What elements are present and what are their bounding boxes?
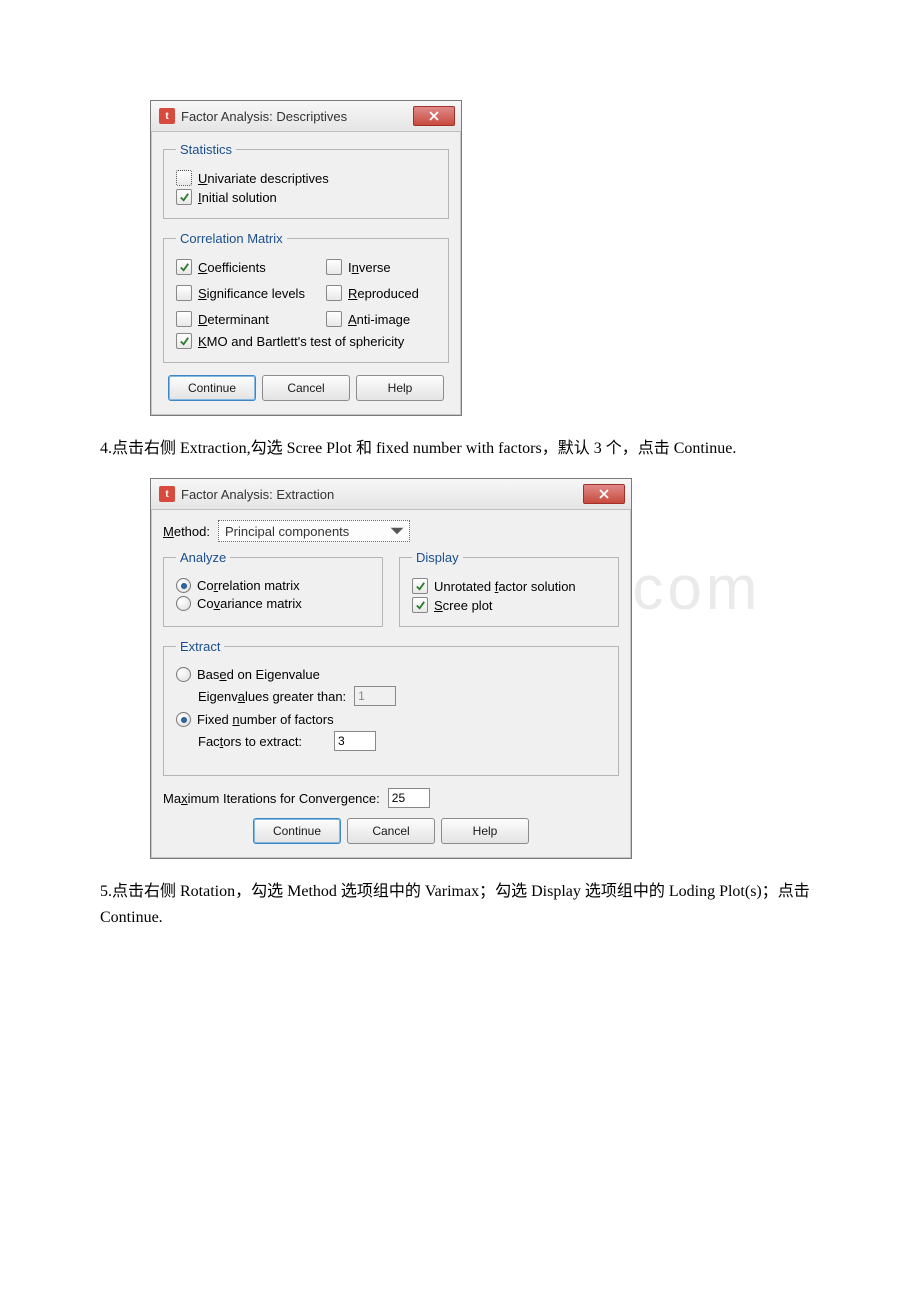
titlebar: t Factor Analysis: Extraction [151, 479, 631, 510]
coefficients-checkbox[interactable] [176, 259, 192, 275]
step-5-text: 5.点击右侧 Rotation，勾选 Method 选项组中的 Varimax；… [100, 879, 820, 931]
check-icon [179, 336, 190, 347]
initial-solution-checkbox[interactable] [176, 189, 192, 205]
unrotated-checkbox[interactable] [412, 578, 428, 594]
anti-image-checkbox[interactable] [326, 311, 342, 327]
extract-legend: Extract [176, 639, 224, 654]
spss-app-icon: t [159, 108, 175, 124]
method-selected: Principal components [225, 524, 349, 539]
method-label: Method: [163, 524, 210, 539]
scree-plot-checkbox[interactable] [412, 597, 428, 613]
check-icon [415, 600, 426, 611]
eigenvalue-label: Based on Eigenvalue [197, 667, 320, 682]
help-button[interactable]: Help [356, 375, 444, 401]
dropdown-arrow-icon [389, 523, 405, 539]
check-icon [179, 262, 190, 273]
covariance-matrix-radio[interactable] [176, 596, 191, 611]
dialog-title: Factor Analysis: Descriptives [181, 109, 347, 124]
factors-to-extract-input[interactable]: 3 [334, 731, 376, 751]
spss-app-icon: t [159, 486, 175, 502]
reproduced-checkbox[interactable] [326, 285, 342, 301]
analyze-legend: Analyze [176, 550, 230, 565]
close-icon [599, 489, 609, 499]
max-iterations-label: Maximum Iterations for Convergence: [163, 791, 380, 806]
kmo-label: KMO and Bartlett's test of sphericity [198, 334, 404, 349]
univariate-label: Univariate descriptives [198, 171, 329, 186]
eigen-gt-label: Eigenvalues greater than: [198, 689, 346, 704]
display-group: Display Unrotated factor solution Scree [399, 550, 619, 627]
step-4-text: 4.点击右侧 Extraction,勾选 Scree Plot 和 fixed … [100, 436, 820, 462]
statistics-legend: Statistics [176, 142, 236, 157]
cancel-button[interactable]: Cancel [347, 818, 435, 844]
inverse-checkbox[interactable] [326, 259, 342, 275]
extract-group: Extract Based on Eigenvalue Eigenvalues … [163, 639, 619, 776]
significance-label: Significance levels [198, 286, 305, 301]
continue-button[interactable]: Continue [168, 375, 256, 401]
covariance-matrix-label: Covariance matrix [197, 596, 302, 611]
factors-to-extract-label: Factors to extract: [198, 734, 302, 749]
check-icon [415, 581, 426, 592]
check-icon [179, 192, 190, 203]
correlation-matrix-radio[interactable] [176, 578, 191, 593]
determinant-checkbox[interactable] [176, 311, 192, 327]
eigenvalue-radio[interactable] [176, 667, 191, 682]
correlation-matrix-legend: Correlation Matrix [176, 231, 287, 246]
fixed-number-label: Fixed number of factors [197, 712, 334, 727]
analyze-group: Analyze Correlation matrix Covariance ma… [163, 550, 383, 627]
determinant-label: Determinant [198, 312, 269, 327]
reproduced-label: Reproduced [348, 286, 419, 301]
correlation-matrix-label: Correlation matrix [197, 578, 300, 593]
univariate-checkbox[interactable] [176, 170, 192, 186]
extraction-dialog: t Factor Analysis: Extraction Method: Pr… [150, 478, 632, 859]
close-icon [429, 111, 439, 121]
max-iterations-input[interactable]: 25 [388, 788, 430, 808]
help-button[interactable]: Help [441, 818, 529, 844]
unrotated-label: Unrotated factor solution [434, 579, 576, 594]
close-button[interactable] [583, 484, 625, 504]
inverse-label: Inverse [348, 260, 391, 275]
statistics-group: Statistics Univariate descriptives Initi… [163, 142, 449, 219]
anti-image-label: Anti-image [348, 312, 410, 327]
correlation-matrix-group: Correlation Matrix Coefficients Inverse [163, 231, 449, 363]
coefficients-label: Coefficients [198, 260, 266, 275]
continue-button[interactable]: Continue [253, 818, 341, 844]
eigen-gt-input[interactable]: 1 [354, 686, 396, 706]
kmo-checkbox[interactable] [176, 333, 192, 349]
initial-solution-label: Initial solution [198, 190, 277, 205]
fixed-number-radio[interactable] [176, 712, 191, 727]
significance-checkbox[interactable] [176, 285, 192, 301]
close-button[interactable] [413, 106, 455, 126]
dialog-title: Factor Analysis: Extraction [181, 487, 334, 502]
descriptives-dialog: t Factor Analysis: Descriptives Statisti… [150, 100, 462, 416]
cancel-button[interactable]: Cancel [262, 375, 350, 401]
display-legend: Display [412, 550, 463, 565]
titlebar: t Factor Analysis: Descriptives [151, 101, 461, 132]
scree-plot-label: Scree plot [434, 598, 493, 613]
method-combo[interactable]: Principal components [218, 520, 410, 542]
